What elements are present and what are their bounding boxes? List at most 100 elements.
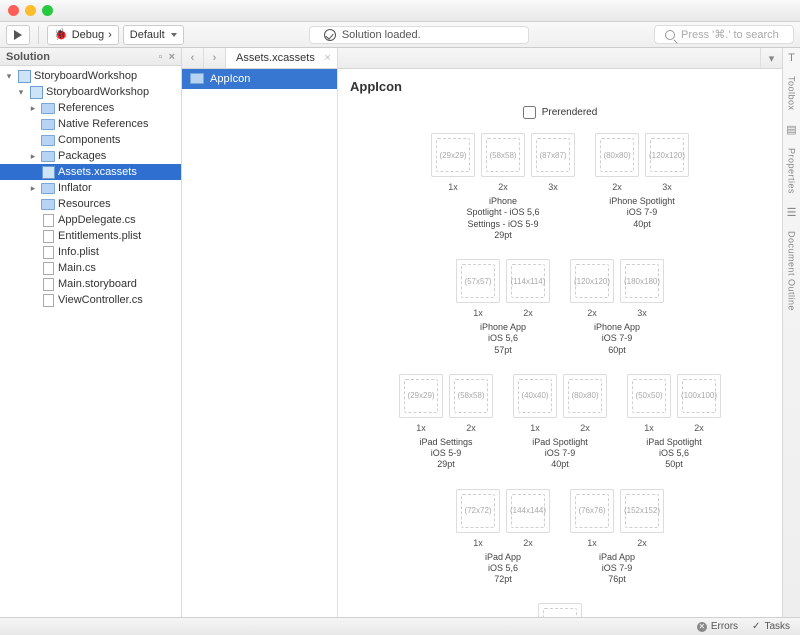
- scale-label: 1x: [416, 423, 426, 433]
- icon-slot[interactable]: (58x58)2x: [481, 133, 525, 192]
- close-tab-icon[interactable]: ×: [324, 52, 330, 64]
- tree-item[interactable]: Native References: [0, 116, 181, 132]
- file-icon: [41, 166, 55, 178]
- errors-button[interactable]: ✕ Errors: [697, 621, 738, 632]
- disclosure-triangle-icon[interactable]: ▸: [28, 103, 38, 114]
- icon-slot[interactable]: (152x152)2x: [620, 489, 664, 548]
- folder-icon: [41, 118, 55, 130]
- image-well[interactable]: (120x120): [645, 133, 689, 177]
- disclosure-triangle-icon[interactable]: ▸: [28, 151, 38, 162]
- icon-slot[interactable]: (57x57) 1x: [456, 259, 500, 318]
- icon-slot[interactable]: (29x29) 1x: [399, 374, 443, 433]
- target-selector[interactable]: Default: [123, 25, 184, 45]
- close-window-icon[interactable]: [8, 5, 19, 16]
- tree-item[interactable]: ▸References: [0, 100, 181, 116]
- status-area: Solution loaded.: [188, 26, 650, 44]
- tasks-button[interactable]: Tasks: [752, 621, 790, 632]
- tree-item[interactable]: Components: [0, 132, 181, 148]
- icon-slot[interactable]: (120x120) 3x: [645, 133, 689, 192]
- image-well[interactable]: [538, 603, 582, 617]
- status-text: Solution loaded.: [342, 29, 421, 41]
- tree-item[interactable]: ▾StoryboardWorkshop: [0, 68, 181, 84]
- tree-item[interactable]: ▾StoryboardWorkshop: [0, 84, 181, 100]
- scale-label: 1x: [473, 538, 483, 548]
- scale-label: 2x: [523, 538, 533, 548]
- asset-list[interactable]: AppIcon: [182, 69, 338, 617]
- image-well[interactable]: (29x29): [431, 133, 475, 177]
- tree-item[interactable]: Entitlements.plist: [0, 228, 181, 244]
- image-well[interactable]: (72x72): [456, 489, 500, 533]
- icon-slot[interactable]: (100x100)2x: [677, 374, 721, 433]
- nav-back-button[interactable]: ‹: [182, 48, 204, 68]
- asset-list-item[interactable]: AppIcon: [182, 69, 337, 89]
- icon-slot[interactable]: (80x80)2x: [563, 374, 607, 433]
- configuration-selector[interactable]: 🐞 Debug ›: [47, 25, 119, 45]
- tree-item[interactable]: Assets.xcassets: [0, 164, 181, 180]
- nav-forward-button[interactable]: ›: [204, 48, 226, 68]
- icon-slot[interactable]: [538, 603, 582, 617]
- document-outline-tab[interactable]: Document Outline: [787, 231, 797, 311]
- scale-label: 3x: [662, 182, 672, 192]
- icon-slot[interactable]: (87x87)3x: [531, 133, 575, 192]
- tab-overflow-button[interactable]: ▾: [760, 48, 782, 68]
- image-well[interactable]: (114x114): [506, 259, 550, 303]
- image-well[interactable]: (50x50): [627, 374, 671, 418]
- toolbox-tab[interactable]: Toolbox: [787, 76, 797, 111]
- toolbox-icon[interactable]: T: [788, 52, 795, 64]
- image-well[interactable]: (100x100): [677, 374, 721, 418]
- icon-slot[interactable]: (50x50)1x: [627, 374, 671, 433]
- editor-tab[interactable]: Assets.xcassets ×: [226, 48, 338, 68]
- tree-item[interactable]: ViewController.cs: [0, 292, 181, 308]
- zoom-window-icon[interactable]: [42, 5, 53, 16]
- solution-panel-title: Solution: [6, 51, 50, 63]
- tree-item[interactable]: Info.plist: [0, 244, 181, 260]
- tree-item[interactable]: ▸Inflator: [0, 180, 181, 196]
- image-well[interactable]: (87x87): [531, 133, 575, 177]
- tree-item[interactable]: AppDelegate.cs: [0, 212, 181, 228]
- icon-slot[interactable]: (180x180)3x: [620, 259, 664, 318]
- tree-item[interactable]: Main.storyboard: [0, 276, 181, 292]
- icon-slot[interactable]: (40x40)1x: [513, 374, 557, 433]
- scale-label: 1x: [473, 308, 483, 318]
- tasks-icon: [752, 621, 760, 632]
- image-well[interactable]: (58x58): [449, 374, 493, 418]
- image-well[interactable]: (80x80): [595, 133, 639, 177]
- image-well[interactable]: (29x29): [399, 374, 443, 418]
- panel-close-icon[interactable]: ×: [169, 51, 175, 63]
- icon-slot[interactable]: (80x80)2x: [595, 133, 639, 192]
- image-well[interactable]: (57x57): [456, 259, 500, 303]
- tree-item[interactable]: Main.cs: [0, 260, 181, 276]
- prerendered-checkbox[interactable]: [523, 106, 536, 119]
- image-well[interactable]: (80x80): [563, 374, 607, 418]
- run-button[interactable]: [6, 25, 30, 45]
- icon-section: (57x57)1x(114x114)2xiPhone App iOS 5,6 5…: [456, 259, 550, 356]
- disclosure-triangle-icon[interactable]: ▾: [4, 71, 14, 82]
- disclosure-triangle-icon[interactable]: ▾: [16, 87, 26, 98]
- panel-pin-icon[interactable]: ▫: [159, 51, 163, 63]
- tree-item[interactable]: Resources: [0, 196, 181, 212]
- image-well[interactable]: (144x144): [506, 489, 550, 533]
- global-search[interactable]: Press '⌘.' to search: [654, 25, 794, 44]
- image-well[interactable]: (180x180): [620, 259, 664, 303]
- solution-tree[interactable]: ▾StoryboardWorkshop▾StoryboardWorkshop▸R…: [0, 66, 181, 617]
- properties-icon[interactable]: ▤: [786, 123, 796, 136]
- disclosure-triangle-icon[interactable]: ▸: [28, 183, 38, 194]
- image-well[interactable]: (40x40): [513, 374, 557, 418]
- image-well[interactable]: (58x58): [481, 133, 525, 177]
- minimize-window-icon[interactable]: [25, 5, 36, 16]
- properties-tab[interactable]: Properties: [787, 148, 797, 194]
- icon-section: (29x29)1x(58x58)2x(87x87)3xiPhone Spotli…: [431, 133, 575, 241]
- icon-slot[interactable]: (29x29)1x: [431, 133, 475, 192]
- icon-slot[interactable]: (120x120)2x: [570, 259, 614, 318]
- tree-item-label: Components: [58, 134, 120, 146]
- image-well[interactable]: (152x152): [620, 489, 664, 533]
- icon-slot[interactable]: (72x72) 1x: [456, 489, 500, 548]
- tree-item[interactable]: ▸Packages: [0, 148, 181, 164]
- icon-slot[interactable]: (76x76)1x: [570, 489, 614, 548]
- image-well[interactable]: (120x120): [570, 259, 614, 303]
- icon-slot[interactable]: (114x114)2x: [506, 259, 550, 318]
- outline-icon[interactable]: ☰: [787, 206, 797, 219]
- icon-slot[interactable]: (58x58)2x: [449, 374, 493, 433]
- image-well[interactable]: (76x76): [570, 489, 614, 533]
- icon-slot[interactable]: (144x144) 2x: [506, 489, 550, 548]
